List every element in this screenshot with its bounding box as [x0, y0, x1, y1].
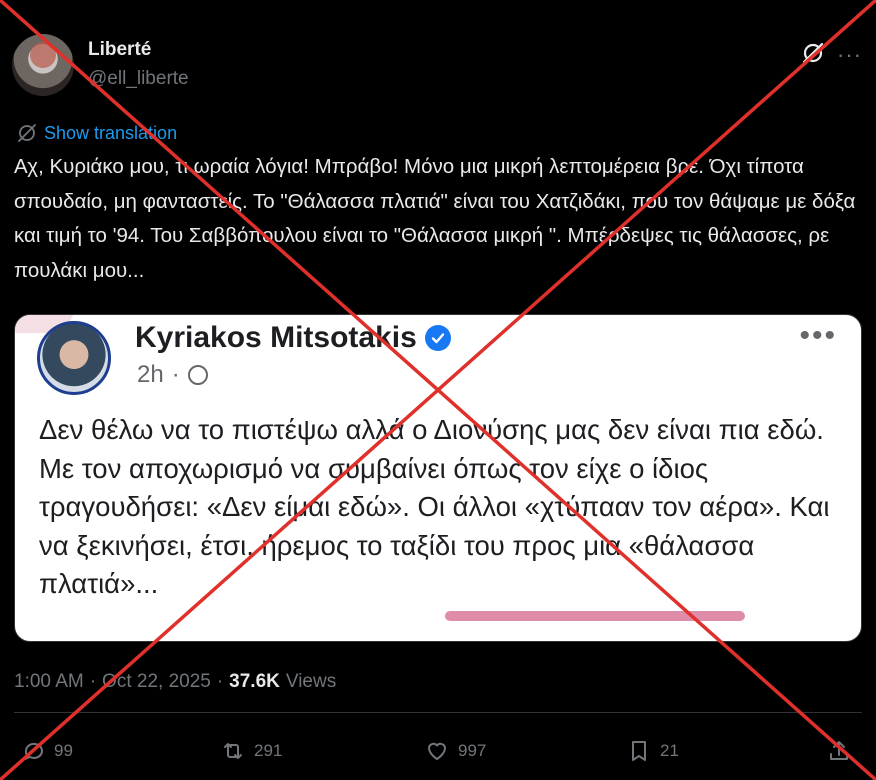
reply-count: 99: [54, 741, 73, 760]
repost-button[interactable]: 291: [220, 738, 282, 764]
post-header: Liberté @ell_liberte ···: [12, 34, 864, 98]
embedded-author-name: Kyriakos Mitsotakis: [135, 321, 417, 354]
bookmark-button[interactable]: 21: [626, 738, 679, 764]
meta-separator: ·: [89, 671, 97, 692]
action-bar: 99 291 997 21: [14, 738, 862, 768]
views-count: 37.6K: [229, 671, 280, 692]
views-label: Views: [285, 671, 337, 692]
divider: [14, 712, 862, 713]
reply-button[interactable]: 99: [20, 738, 73, 764]
repost-icon: [224, 743, 242, 759]
avatar[interactable]: [12, 34, 74, 96]
share-button[interactable]: [826, 738, 852, 764]
bookmark-count: 21: [660, 741, 679, 760]
like-button[interactable]: 997: [424, 738, 486, 764]
show-translation-link[interactable]: Show translation: [16, 122, 177, 144]
embedded-body: Δεν θέλω να το πιστέψω αλλά ο Διονύσης μ…: [39, 414, 830, 599]
bookmark-icon: [632, 741, 646, 761]
show-translation-label[interactable]: Show translation: [44, 123, 177, 144]
embedded-time: 2h: [137, 361, 164, 388]
translate-icon: [18, 124, 36, 142]
post-meta: 1:00 AM · Oct 22, 2025 · 37.6K Views: [14, 671, 336, 693]
embedded-image[interactable]: Kyriakos Mitsotakis 2h · ••• Δεν θέλω να…: [14, 314, 862, 642]
like-count: 997: [458, 741, 487, 760]
grok-icon[interactable]: [800, 40, 826, 66]
embedded-more-icon: •••: [799, 319, 837, 352]
embedded-author: Kyriakos Mitsotakis: [135, 321, 451, 355]
highlight-underline: [445, 611, 745, 621]
post-time[interactable]: 1:00 AM: [14, 671, 84, 693]
more-options-icon[interactable]: ···: [837, 42, 862, 68]
author-name[interactable]: Liberté: [88, 39, 151, 61]
reply-icon: [23, 742, 43, 761]
embedded-separator: ·: [171, 361, 180, 388]
meta-separator-2: ·: [216, 671, 224, 692]
post-text: Αχ, Κυριάκο μου, τι ωραία λόγια! Μπράβο!…: [14, 155, 856, 282]
embedded-avatar: [37, 321, 111, 395]
share-icon: [830, 741, 848, 760]
verified-badge-icon: [424, 325, 451, 351]
author-handle[interactable]: @ell_liberte: [88, 68, 189, 90]
post-date[interactable]: Oct 22, 2025: [102, 671, 211, 693]
globe-icon: [187, 365, 208, 385]
embedded-meta: 2h ·: [137, 361, 208, 389]
repost-count: 291: [254, 741, 283, 760]
heart-icon: [428, 742, 446, 760]
